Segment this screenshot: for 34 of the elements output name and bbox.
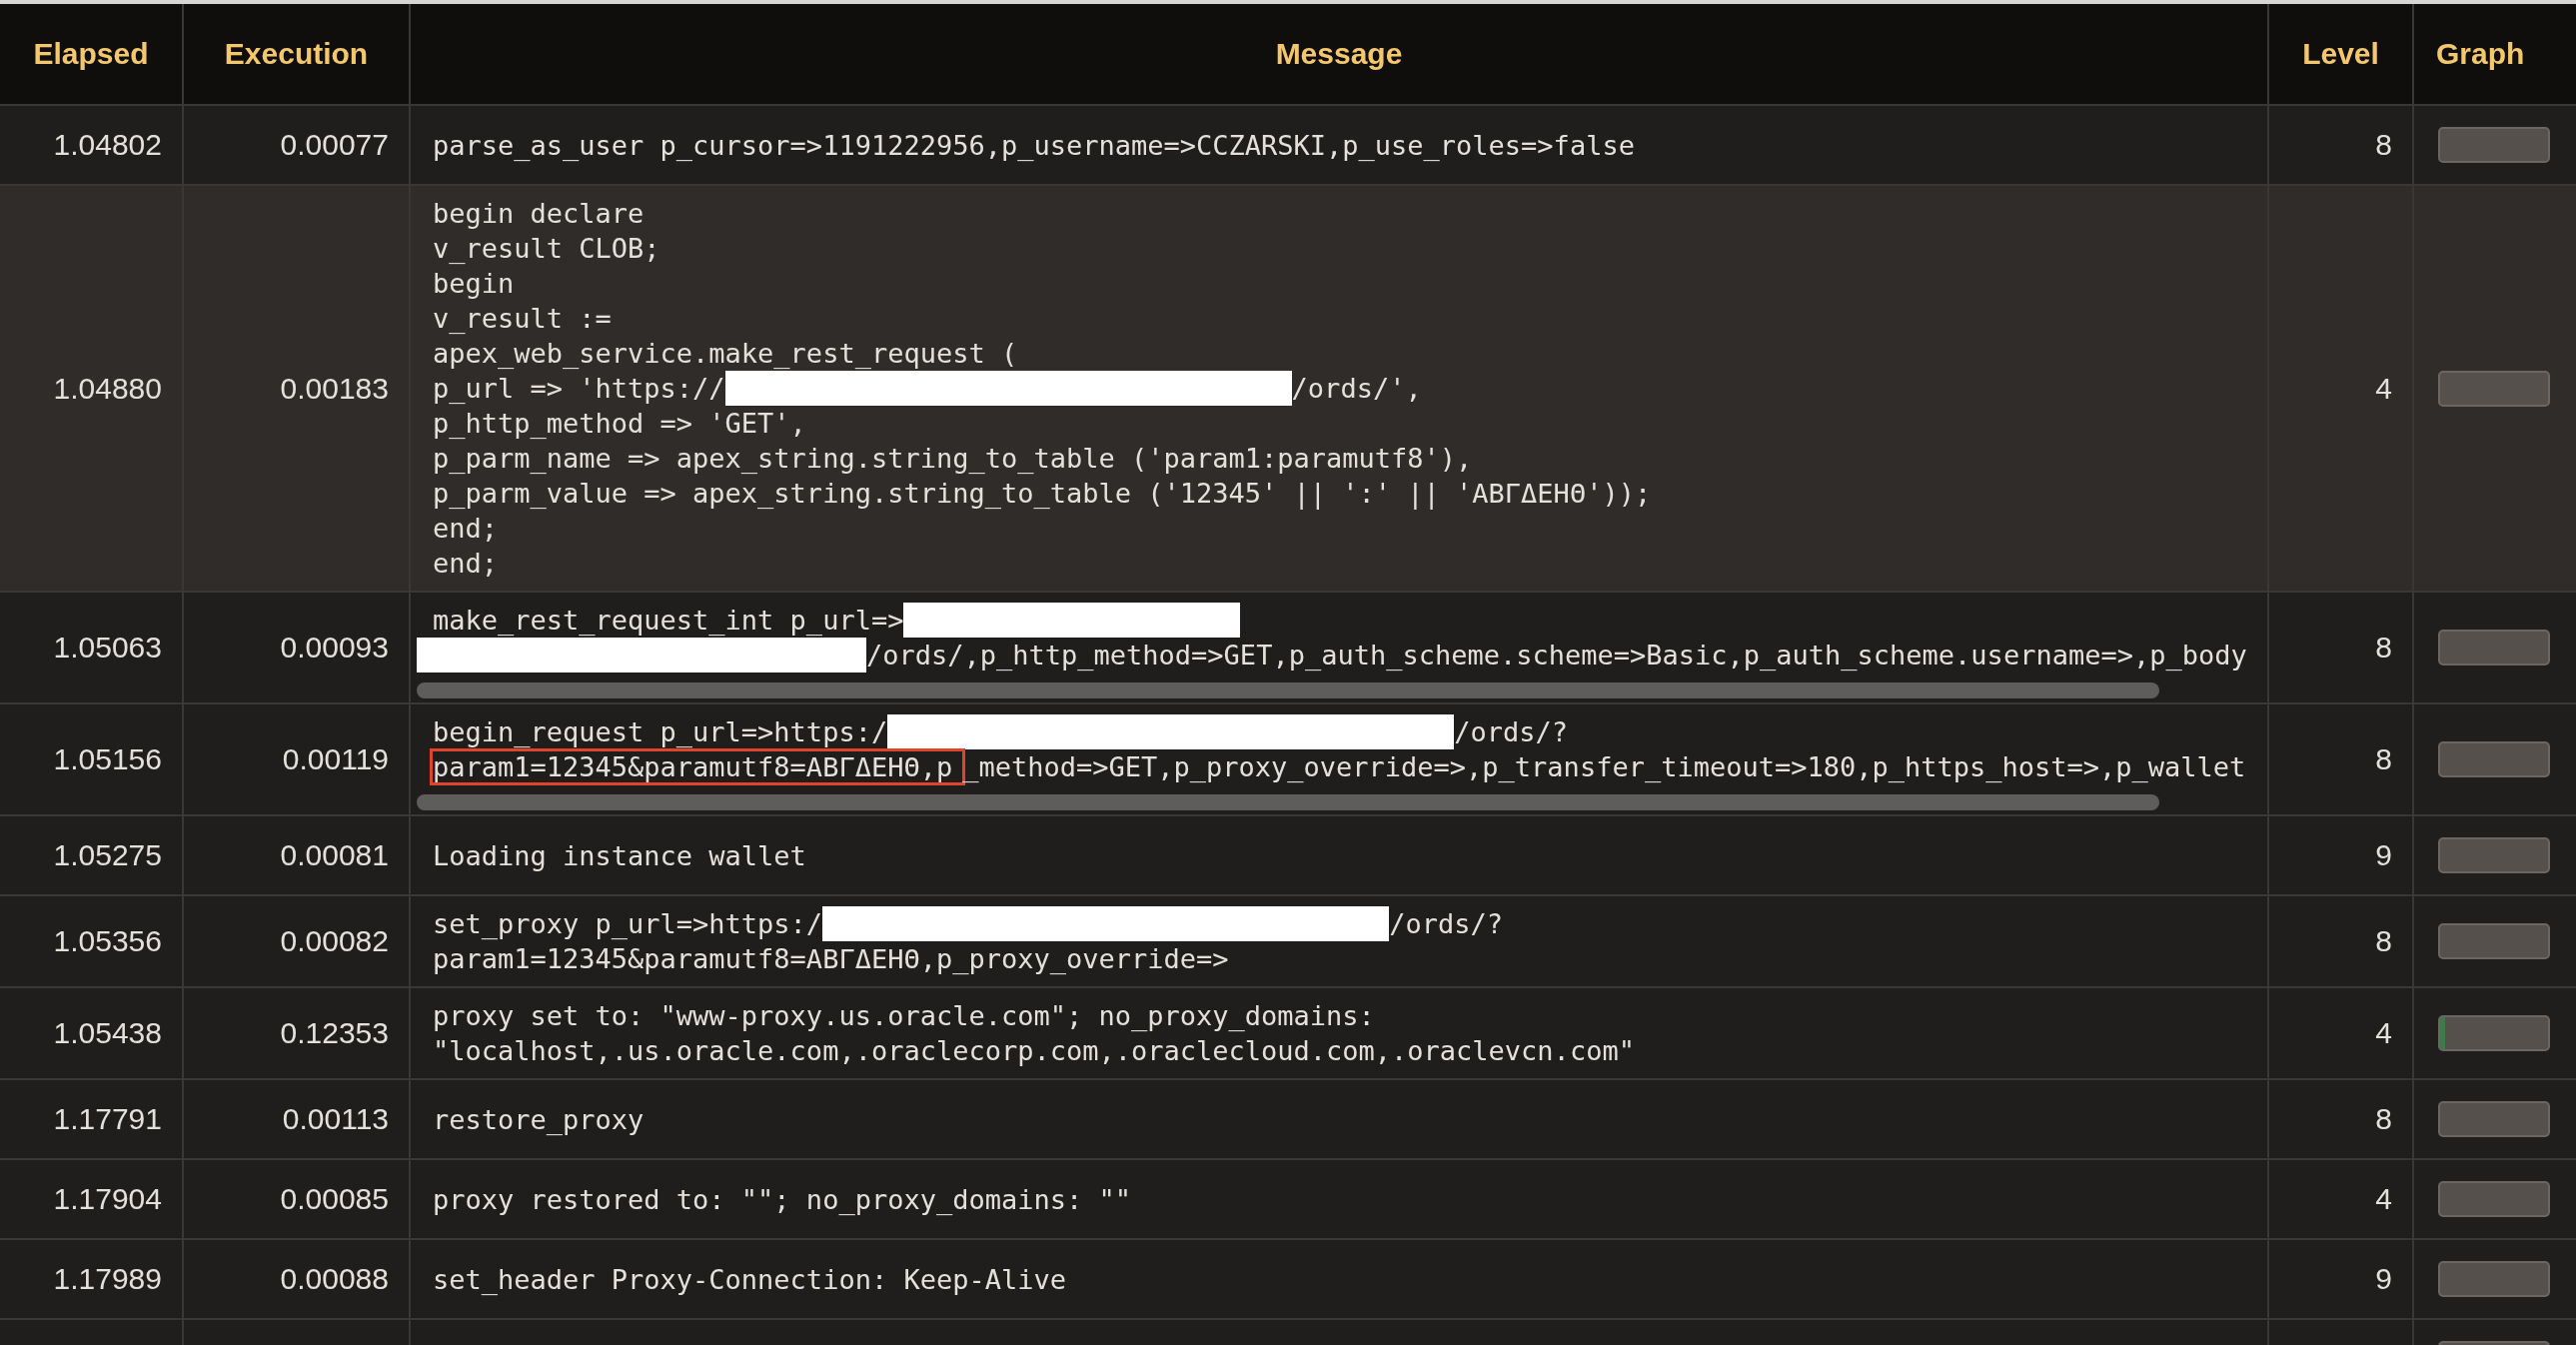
- message-text: p_parm_name => apex_string.string_to_table ('param1:paramutf8'),: [433, 443, 1473, 474]
- message-text: end;: [433, 513, 499, 544]
- message-text: proxy restored to: ""; no_proxy_domains: "": [433, 1183, 1131, 1215]
- message-text: restore_proxy: [433, 1103, 644, 1135]
- message-text: Loading instance wallet: [433, 839, 806, 871]
- message-text: param1=12345&paramutf8=ΑΒΓΔΕΗΘ,p_proxy_override=>: [433, 943, 1229, 974]
- message-text: begin declare: [433, 198, 644, 229]
- message-text: p_url => 'https://: [433, 373, 725, 404]
- message-text: v_result CLOB;: [433, 233, 660, 264]
- column-header: Execution: [183, 4, 410, 105]
- message-text: /ords/?: [1454, 716, 1568, 747]
- column-header: Graph: [2413, 4, 2576, 105]
- message-text: set_proxy p_url=>https:/: [433, 908, 823, 939]
- column-header: Message: [410, 4, 2268, 105]
- message-text: p_parm_value => apex_string.string_to_table ('12345' || ':' || 'ΑΒΓΔΕΗΘ'));: [433, 478, 1652, 509]
- message-text: /ords/?: [1389, 908, 1503, 939]
- message-text: begin: [433, 268, 515, 299]
- column-header: Level: [2268, 4, 2413, 105]
- message-text: end;: [433, 548, 499, 579]
- message-text: p_http_method => 'GET',: [433, 408, 806, 439]
- message-text: make_rest_request_int p_url=>: [433, 605, 904, 636]
- message-text: set_header Proxy-Connection: Keep-Alive: [433, 1263, 1066, 1295]
- message-text: proxy set to: "www-proxy.us.oracle.com"; no_proxy_domains:: [433, 1000, 1375, 1031]
- message-text: "localhost,.us.oracle.com,.oraclecorp.com,.oraclecloud.com,.oraclevcn.com": [433, 1035, 1635, 1066]
- message-text: begin_request p_url=>https:/: [433, 716, 888, 747]
- message-text: parse_as_user p_cursor=>1191222956,p_username=>CCZARSKI,p_use_roles=>false: [433, 129, 1635, 161]
- highlighted-text: param1=12345&paramutf8=ΑΒΓΔΕΗΘ,p: [433, 751, 963, 782]
- column-header: Elapsed: [0, 4, 183, 105]
- message-text: /ords/,p_http_method=>GET,p_auth_scheme.scheme=>Basic,p_auth_scheme.username=>,p_body: [866, 640, 2247, 671]
- scrollbar[interactable]: [417, 682, 2160, 698]
- message-text: v_result :=: [433, 303, 612, 334]
- message-text: apex_web_service.make_rest_request (: [433, 338, 1018, 369]
- message-text: /ords/',: [1291, 373, 1422, 404]
- scrollbar[interactable]: [417, 794, 2160, 810]
